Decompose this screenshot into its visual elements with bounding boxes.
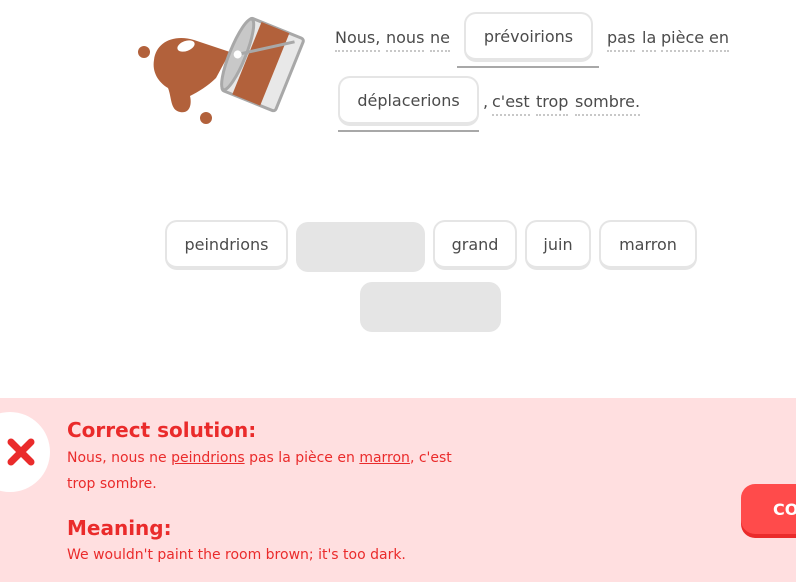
word-bank-empty-slot xyxy=(296,222,425,272)
sentence-word[interactable]: pas xyxy=(607,28,636,52)
blank-underline xyxy=(338,130,479,132)
word-bank-empty-slot xyxy=(360,282,501,332)
close-icon xyxy=(7,438,35,466)
sentence-word[interactable]: nous xyxy=(386,28,425,52)
sentence-word[interactable]: en xyxy=(709,28,729,52)
correct-solution-heading: Correct solution: xyxy=(67,418,257,442)
blank-answer-2[interactable]: déplacerions xyxy=(338,76,479,126)
paint-can-illustration xyxy=(138,16,305,124)
continue-button[interactable]: CONTINUE xyxy=(741,484,796,534)
blank-underline xyxy=(457,66,599,68)
sentence-comma: , xyxy=(483,92,489,111)
solution-highlight-word: peindrions xyxy=(171,450,245,466)
meaning-heading: Meaning: xyxy=(67,516,172,540)
solution-highlight-word: marron xyxy=(359,450,410,466)
solution-text-part: Nous, nous ne xyxy=(67,450,172,466)
paint-spill xyxy=(153,38,230,113)
correct-solution-text: Nous, nous ne peindrions pas la pièce en… xyxy=(67,445,477,497)
sentence-word[interactable]: trop xyxy=(536,92,569,116)
incorrect-badge xyxy=(0,412,50,492)
word-bank-chip[interactable]: peindrions xyxy=(165,220,288,270)
sentence-word[interactable]: Nous, xyxy=(335,28,381,52)
blank-answer-1[interactable]: prévoirions xyxy=(464,12,593,62)
sentence-word[interactable]: pièce xyxy=(661,28,705,52)
sentence-word[interactable]: la xyxy=(642,28,657,52)
word-bank-chip[interactable]: grand xyxy=(433,220,517,270)
meaning-text: We wouldn't paint the room brown; it's t… xyxy=(67,547,406,563)
sentence-word[interactable]: ne xyxy=(430,28,450,52)
paint-can xyxy=(220,16,305,113)
solution-text-part: pas la pièce en xyxy=(244,450,360,466)
sentence-word[interactable]: c'est xyxy=(492,92,530,116)
paint-drop xyxy=(138,46,150,58)
sentence-word[interactable]: sombre. xyxy=(575,92,641,116)
word-bank-chip[interactable]: juin xyxy=(525,220,591,270)
word-bank-chip[interactable]: marron xyxy=(599,220,697,270)
paint-drop xyxy=(200,112,212,124)
